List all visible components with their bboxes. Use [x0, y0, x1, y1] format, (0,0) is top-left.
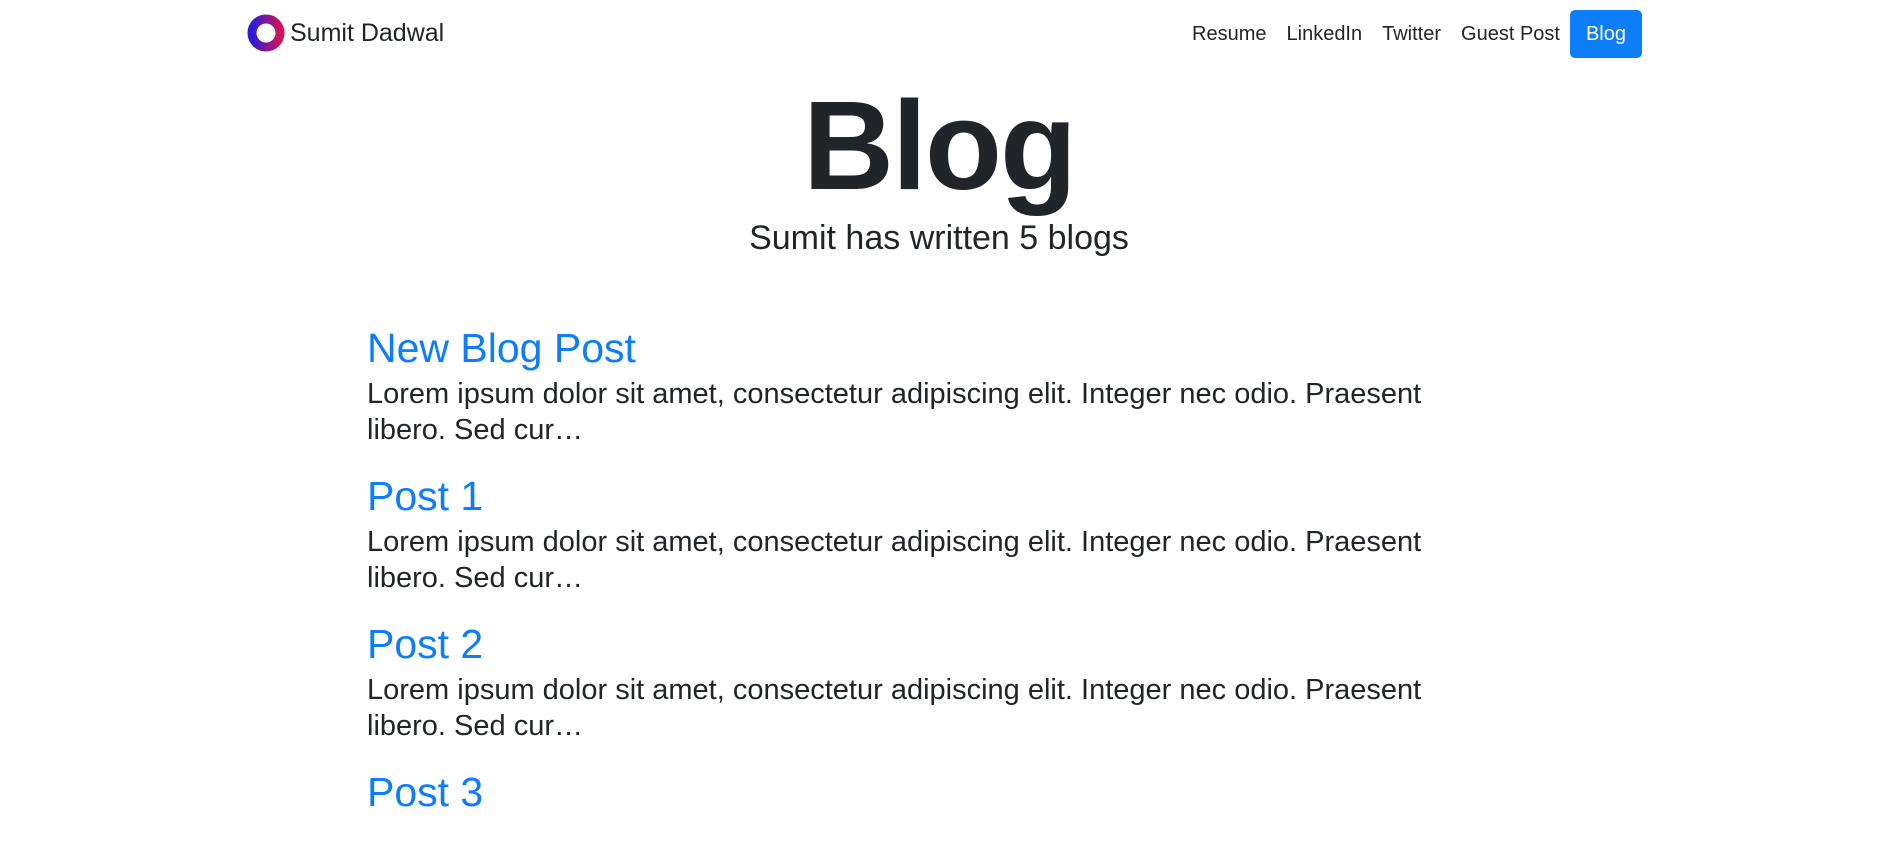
navbar: Sumit Dadwal Resume LinkedIn Twitter Gue…	[0, 0, 1878, 68]
post-excerpt: Lorem ipsum dolor sit amet, consectetur …	[367, 674, 1422, 742]
list-item: New Blog Post Lorem ipsum dolor sit amet…	[367, 322, 1457, 448]
post-title-link[interactable]: Post 3	[367, 766, 1457, 818]
brand-name: Sumit Dadwal	[290, 19, 445, 47]
post-excerpt: Lorem ipsum dolor sit amet, consectetur …	[367, 378, 1422, 446]
nav-item-resume[interactable]: Resume	[1182, 10, 1276, 58]
post-title-link[interactable]: Post 2	[367, 618, 1457, 670]
list-item: Post 3	[367, 766, 1457, 818]
page-title: Blog	[803, 75, 1077, 216]
list-item: Post 2 Lorem ipsum dolor sit amet, conse…	[367, 618, 1457, 744]
ring-logo-icon	[247, 14, 285, 52]
nav-links: Resume LinkedIn Twitter Guest Post Blog	[1182, 10, 1642, 58]
brand-link[interactable]: Sumit Dadwal	[247, 14, 444, 52]
post-title-link[interactable]: Post 1	[367, 470, 1457, 522]
page-subtitle: Sumit has written 5 blogs	[749, 219, 1129, 257]
nav-item-blog[interactable]: Blog	[1569, 10, 1642, 58]
nav-item-twitter[interactable]: Twitter	[1372, 10, 1451, 58]
post-excerpt: Lorem ipsum dolor sit amet, consectetur …	[367, 526, 1422, 594]
nav-item-linkedin[interactable]: LinkedIn	[1277, 10, 1373, 58]
nav-item-guest-post[interactable]: Guest Post	[1451, 10, 1570, 58]
hero: Blog Sumit has written 5 blogs	[0, 76, 1878, 260]
post-list: New Blog Post Lorem ipsum dolor sit amet…	[367, 322, 1457, 840]
list-item: Post 1 Lorem ipsum dolor sit amet, conse…	[367, 470, 1457, 596]
post-title-link[interactable]: New Blog Post	[367, 322, 1457, 374]
